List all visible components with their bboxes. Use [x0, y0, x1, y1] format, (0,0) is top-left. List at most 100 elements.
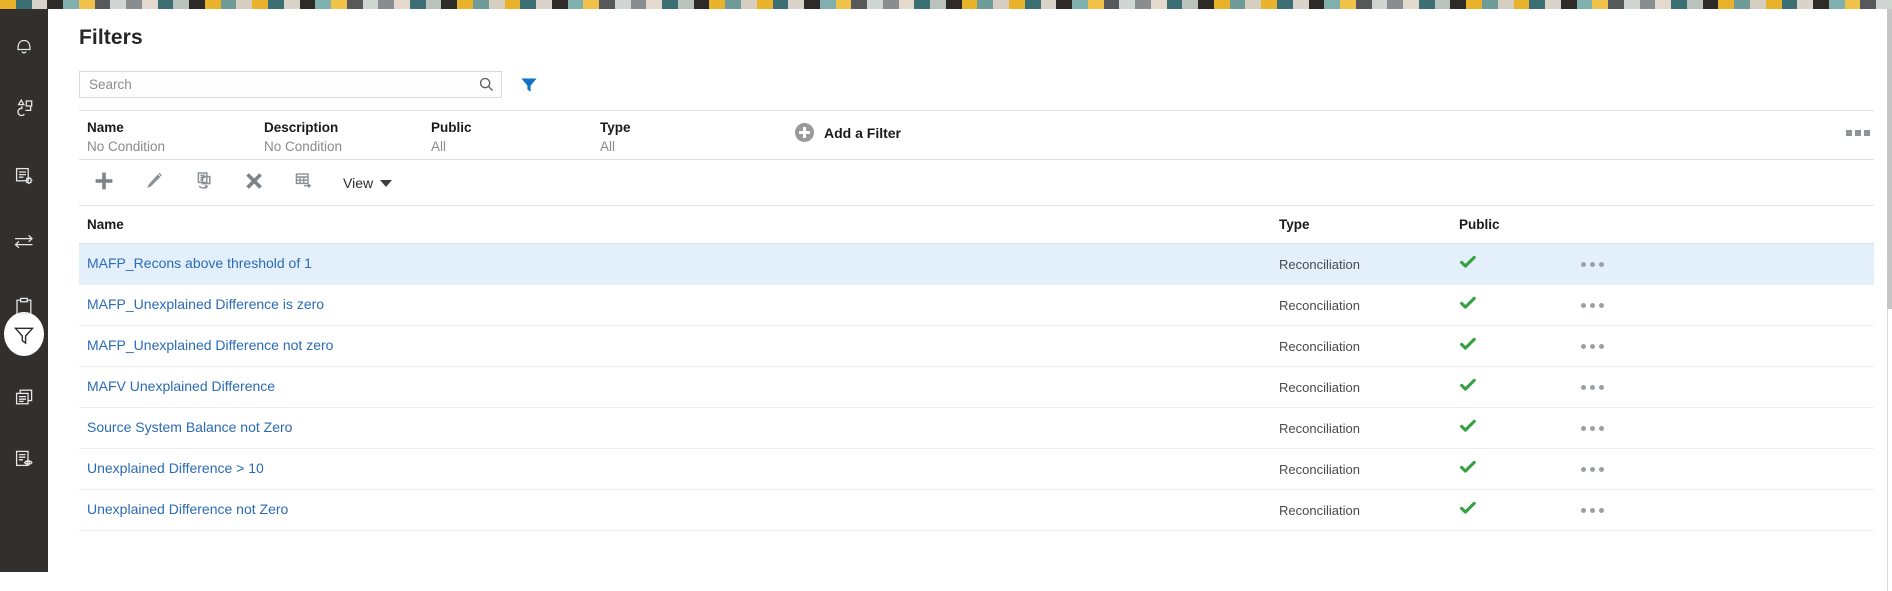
- row-overflow-menu-icon[interactable]: [1579, 343, 1679, 349]
- search-box[interactable]: [79, 71, 502, 98]
- strip-bar: [1245, 0, 1262, 9]
- strip-bar: [740, 0, 757, 9]
- edit-button[interactable]: [129, 163, 179, 203]
- cell-actions: [1579, 384, 1679, 390]
- cell-type: Reconciliation: [1279, 256, 1360, 272]
- filter-criteria-bar: Name No Condition Description No Conditi…: [79, 110, 1874, 160]
- strip-bar: [457, 0, 473, 9]
- strip-bar: [1608, 0, 1624, 9]
- cell-public: [1459, 335, 1579, 358]
- row-overflow-menu-icon[interactable]: [1579, 302, 1679, 308]
- table-row[interactable]: MAFP_Unexplained Difference is zero Recon…: [79, 285, 1874, 326]
- duplicate-button[interactable]: [179, 163, 229, 203]
- strip-bar: [204, 0, 221, 9]
- sidebar-item-documents[interactable]: [0, 373, 48, 421]
- cell-public: [1459, 499, 1579, 522]
- criteria-name-value[interactable]: No Condition: [87, 137, 165, 157]
- strip-bar: [1056, 0, 1073, 9]
- strip-bar: [1434, 0, 1451, 9]
- strip-bar: [993, 0, 1009, 9]
- table-row[interactable]: MAFP_Unexplained Difference not zero Reco…: [79, 326, 1874, 367]
- strip-bar: [756, 0, 773, 9]
- filter-name-link[interactable]: MAFP_Unexplained Difference not zero: [87, 337, 333, 353]
- strip-bar: [977, 0, 994, 9]
- strip-bar: [1749, 0, 1766, 9]
- column-header-name[interactable]: Name: [79, 217, 1279, 232]
- sidebar-item-document-settings[interactable]: [0, 152, 48, 200]
- table-row[interactable]: Unexplained Difference not Zero Reconcili…: [79, 490, 1874, 531]
- strip-bar: [520, 0, 537, 9]
- table-row[interactable]: MAFP_Recons above threshold of 1 Reconcil…: [79, 244, 1874, 285]
- overflow-dot: [1599, 261, 1604, 267]
- table-row[interactable]: Unexplained Difference > 10 Reconciliatio…: [79, 449, 1874, 490]
- filter-name-link[interactable]: MAFP_Unexplained Difference is zero: [87, 296, 324, 312]
- strip-bar: [1545, 0, 1561, 9]
- table-row[interactable]: Source System Balance not Zero Reconcilia…: [79, 408, 1874, 449]
- cell-public: [1459, 376, 1579, 399]
- row-overflow-menu-icon[interactable]: [1579, 466, 1679, 472]
- row-overflow-menu-icon[interactable]: [1579, 261, 1679, 267]
- strip-bar: [1686, 0, 1703, 9]
- strip-bar: [236, 0, 253, 9]
- duplicate-icon: [193, 170, 215, 197]
- row-overflow-menu-icon[interactable]: [1579, 425, 1679, 431]
- overflow-dot: [1855, 130, 1861, 136]
- cell-actions: [1579, 466, 1679, 472]
- delete-button[interactable]: [229, 163, 279, 203]
- overflow-dot: [1581, 302, 1586, 308]
- strip-bar: [677, 0, 694, 9]
- criteria-overflow-menu-icon[interactable]: [1846, 130, 1870, 136]
- strip-bar: [1119, 0, 1136, 9]
- strip-bar: [252, 0, 269, 9]
- filter-name-link[interactable]: MAFP_Recons above threshold of 1: [87, 255, 312, 271]
- search-icon[interactable]: [478, 76, 495, 98]
- cell-name: MAFP_Unexplained Difference not zero: [79, 337, 1279, 355]
- filter-name-link[interactable]: Unexplained Difference > 10: [87, 460, 264, 476]
- filter-name-link[interactable]: MAFV Unexplained Difference: [87, 378, 275, 394]
- strip-bar: [1009, 0, 1025, 9]
- row-overflow-menu-icon[interactable]: [1579, 507, 1679, 513]
- strip-bar: [693, 0, 710, 9]
- funnel-filter-icon[interactable]: [519, 75, 539, 95]
- overflow-dot: [1590, 507, 1595, 513]
- strip-bar: [1103, 0, 1120, 9]
- row-overflow-menu-icon[interactable]: [1579, 384, 1679, 390]
- column-header-type[interactable]: Type: [1279, 217, 1459, 232]
- strip-bar: [1087, 0, 1104, 9]
- overflow-dot: [1581, 425, 1586, 431]
- criteria-description-value[interactable]: No Condition: [264, 137, 342, 157]
- filter-name-link[interactable]: Source System Balance not Zero: [87, 419, 292, 435]
- criteria-public-value[interactable]: All: [431, 137, 472, 157]
- cell-actions: [1579, 302, 1679, 308]
- add-button[interactable]: [79, 163, 129, 203]
- strip-bar: [1576, 0, 1593, 9]
- strip-bar: [1418, 0, 1435, 9]
- overflow-dot: [1590, 384, 1595, 390]
- add-filter-button[interactable]: Add a Filter: [795, 123, 901, 142]
- sidebar-item-document-review[interactable]: [0, 435, 48, 483]
- strip-bar: [630, 0, 647, 9]
- strip-bar: [1592, 0, 1609, 9]
- overflow-dot: [1599, 466, 1604, 472]
- sidebar-item-transfer[interactable]: [0, 217, 48, 265]
- strip-bar: [709, 0, 726, 9]
- cell-name: MAFV Unexplained Difference: [79, 378, 1279, 396]
- strip-bar: [189, 0, 205, 9]
- vertical-scrollbar-thumb[interactable]: [1887, 9, 1892, 309]
- strip-bar: [1497, 0, 1514, 9]
- strip-bar: [662, 0, 678, 9]
- sidebar-item-notifications[interactable]: [0, 21, 48, 69]
- column-header-public[interactable]: Public: [1459, 217, 1579, 232]
- pencil-icon: [143, 170, 165, 197]
- cell-type: Reconciliation: [1279, 461, 1360, 477]
- table-row[interactable]: MAFV Unexplained Difference Reconciliatio…: [79, 367, 1874, 408]
- cell-actions: [1579, 425, 1679, 431]
- cell-type: Reconciliation: [1279, 297, 1360, 313]
- sidebar-item-process-shapes[interactable]: [0, 84, 48, 132]
- view-menu-button[interactable]: View: [343, 175, 393, 191]
- search-input[interactable]: [80, 72, 501, 97]
- strip-bar: [1797, 0, 1814, 9]
- filter-name-link[interactable]: Unexplained Difference not Zero: [87, 501, 288, 517]
- criteria-type-value[interactable]: All: [600, 137, 631, 157]
- export-button[interactable]: [279, 163, 329, 203]
